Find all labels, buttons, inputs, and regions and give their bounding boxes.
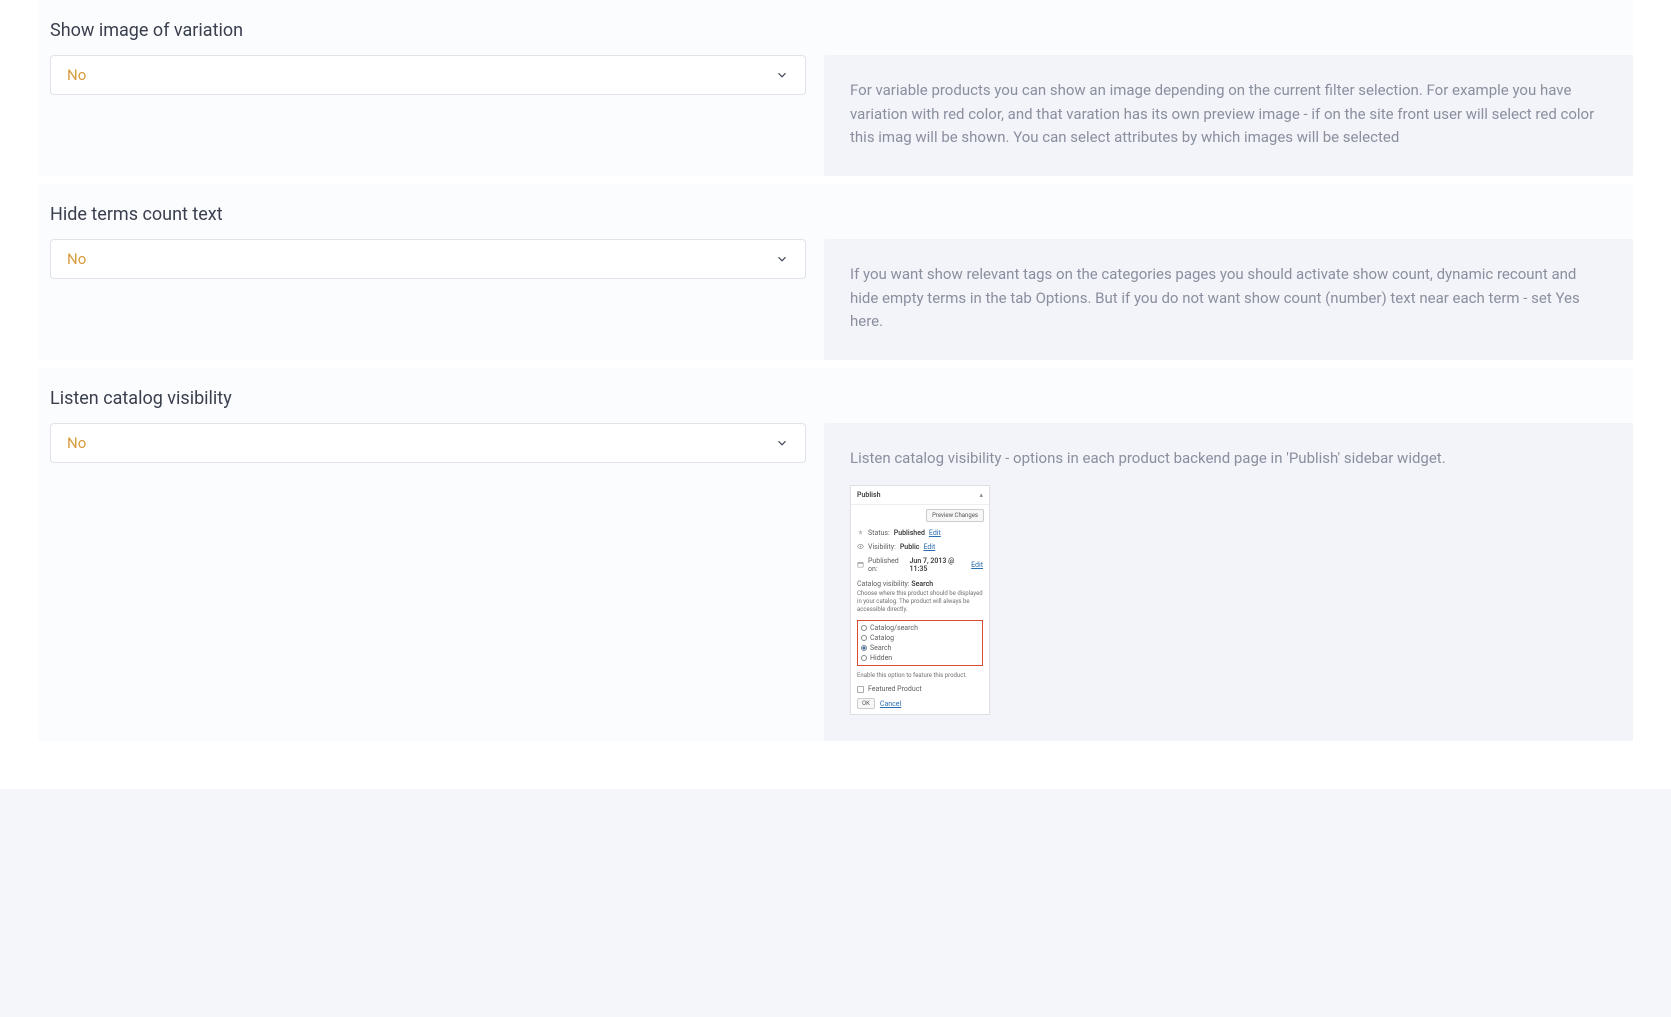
collapse-caret-icon: ▴	[979, 491, 983, 499]
featured-checkbox-row: Featured Product	[851, 683, 989, 698]
radio-option: Catalog	[861, 633, 979, 643]
edit-link: Edit	[929, 529, 941, 537]
chevron-down-icon	[775, 252, 789, 266]
setting-section-show-image-variation: Show image of variation No For variable …	[38, 0, 1633, 176]
chevron-down-icon	[775, 68, 789, 82]
status-row: Status: Published Edit	[851, 526, 989, 540]
setting-section-hide-terms-count: Hide terms count text No If you want sho…	[38, 184, 1633, 360]
setting-description: If you want show relevant tags on the ca…	[850, 263, 1607, 334]
radio-icon	[861, 635, 867, 641]
setting-description-panel: Listen catalog visibility - options in e…	[824, 423, 1633, 741]
checkbox-icon	[857, 686, 864, 693]
ok-button: OK	[857, 698, 875, 709]
edit-link: Edit	[971, 561, 983, 569]
cancel-link: Cancel	[880, 700, 901, 708]
publish-widget-title: Publish	[857, 491, 880, 499]
catalog-visibility-options: Catalog/search Catalog Search Hidde	[857, 620, 983, 666]
ok-cancel-row: OK Cancel	[851, 698, 989, 714]
featured-enable-description: Enable this option to feature this produ…	[851, 670, 989, 683]
edit-link: Edit	[923, 543, 935, 551]
radio-option: Search	[861, 643, 979, 653]
pin-icon	[857, 529, 864, 536]
select-value: No	[67, 250, 86, 268]
radio-option: Catalog/search	[861, 623, 979, 633]
catalog-visibility-row: Catalog visibility: Search	[851, 576, 989, 590]
setting-title: Show image of variation	[50, 20, 1633, 41]
setting-description: For variable products you can show an im…	[850, 79, 1607, 150]
setting-title: Hide terms count text	[50, 204, 1633, 225]
setting-description-panel: For variable products you can show an im…	[824, 55, 1633, 176]
preview-changes-button: Preview Changes	[926, 509, 984, 522]
visibility-row: Visibility: Public Edit	[851, 540, 989, 554]
setting-description-panel: If you want show relevant tags on the ca…	[824, 239, 1633, 360]
radio-icon	[861, 625, 867, 631]
setting-title: Listen catalog visibility	[50, 388, 1633, 409]
select-show-image-variation[interactable]: No	[50, 55, 806, 95]
radio-option: Hidden	[861, 653, 979, 663]
radio-icon	[861, 655, 867, 661]
calendar-icon	[857, 561, 864, 568]
published-row: Published on: Jun 7, 2013 @ 11:35 Edit	[851, 554, 989, 576]
select-listen-catalog-visibility[interactable]: No	[50, 423, 806, 463]
radio-icon	[861, 645, 867, 651]
publish-widget-preview: Publish ▴ Preview Changes Status: Publis…	[850, 485, 990, 715]
setting-section-listen-catalog-visibility: Listen catalog visibility No Listen cata…	[38, 368, 1633, 741]
publish-widget-header: Publish ▴	[851, 486, 989, 505]
select-hide-terms-count[interactable]: No	[50, 239, 806, 279]
setting-description: Listen catalog visibility - options in e…	[850, 447, 1607, 471]
select-value: No	[67, 66, 86, 84]
catalog-visibility-description: Choose where this product should be disp…	[851, 590, 989, 618]
select-value: No	[67, 434, 86, 452]
chevron-down-icon	[775, 436, 789, 450]
eye-icon	[857, 543, 864, 550]
